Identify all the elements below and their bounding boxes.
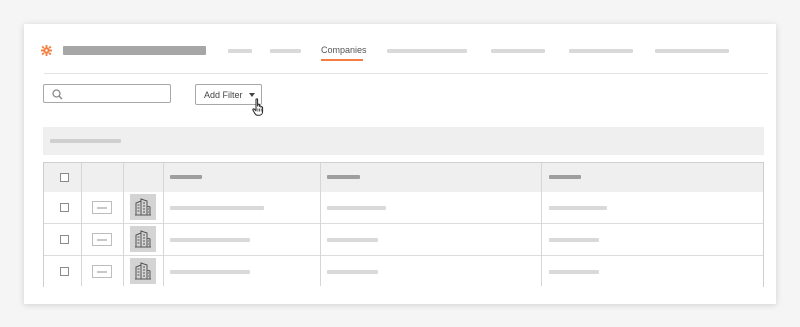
main-panel: Companies Add Filter <box>24 24 776 304</box>
cell-placeholder <box>327 206 386 210</box>
top-navigation: Companies <box>24 24 776 74</box>
row-thumbnail <box>92 265 112 278</box>
app-title-placeholder <box>63 46 206 55</box>
column-header-placeholder[interactable] <box>327 175 360 179</box>
active-tab-indicator <box>321 59 363 61</box>
gear-icon[interactable] <box>41 45 52 56</box>
cell-placeholder <box>549 238 599 242</box>
cell-placeholder <box>327 270 378 274</box>
column-divider <box>541 163 542 286</box>
building-icon <box>130 226 156 252</box>
results-summary-bar <box>43 127 764 155</box>
column-divider <box>81 163 82 286</box>
nav-tab-placeholder[interactable] <box>387 49 467 53</box>
companies-table <box>43 162 764 287</box>
column-divider <box>320 163 321 286</box>
hand-cursor-icon <box>252 98 264 116</box>
building-icon <box>130 258 156 284</box>
column-divider <box>163 163 164 286</box>
search-input[interactable] <box>43 84 171 103</box>
results-count-placeholder <box>50 139 121 143</box>
row-checkbox[interactable] <box>60 235 69 244</box>
nav-tab-placeholder[interactable] <box>270 49 301 53</box>
cell-placeholder <box>170 206 264 210</box>
nav-divider <box>44 73 768 74</box>
search-icon <box>52 89 63 100</box>
column-divider <box>123 163 124 286</box>
table-header <box>44 163 763 193</box>
column-header-placeholder[interactable] <box>170 175 202 179</box>
nav-tab-placeholder[interactable] <box>655 49 729 53</box>
cell-placeholder <box>327 238 378 242</box>
select-all-checkbox[interactable] <box>60 173 69 182</box>
table-row[interactable] <box>44 192 763 224</box>
cell-placeholder <box>549 206 607 210</box>
nav-tab-placeholder[interactable] <box>491 49 545 53</box>
row-thumbnail <box>92 201 112 214</box>
row-checkbox[interactable] <box>60 267 69 276</box>
nav-tab-placeholder[interactable] <box>228 49 252 53</box>
add-filter-label: Add Filter <box>204 89 243 100</box>
row-thumbnail <box>92 233 112 246</box>
tab-companies[interactable]: Companies <box>321 44 367 56</box>
table-row[interactable] <box>44 256 763 287</box>
row-checkbox[interactable] <box>60 203 69 212</box>
column-header-placeholder[interactable] <box>549 175 581 179</box>
building-icon <box>130 194 156 220</box>
cell-placeholder <box>170 238 250 242</box>
cell-placeholder <box>170 270 250 274</box>
table-row[interactable] <box>44 224 763 256</box>
chevron-down-icon <box>249 93 255 97</box>
nav-tab-placeholder[interactable] <box>569 49 633 53</box>
cell-placeholder <box>549 270 599 274</box>
